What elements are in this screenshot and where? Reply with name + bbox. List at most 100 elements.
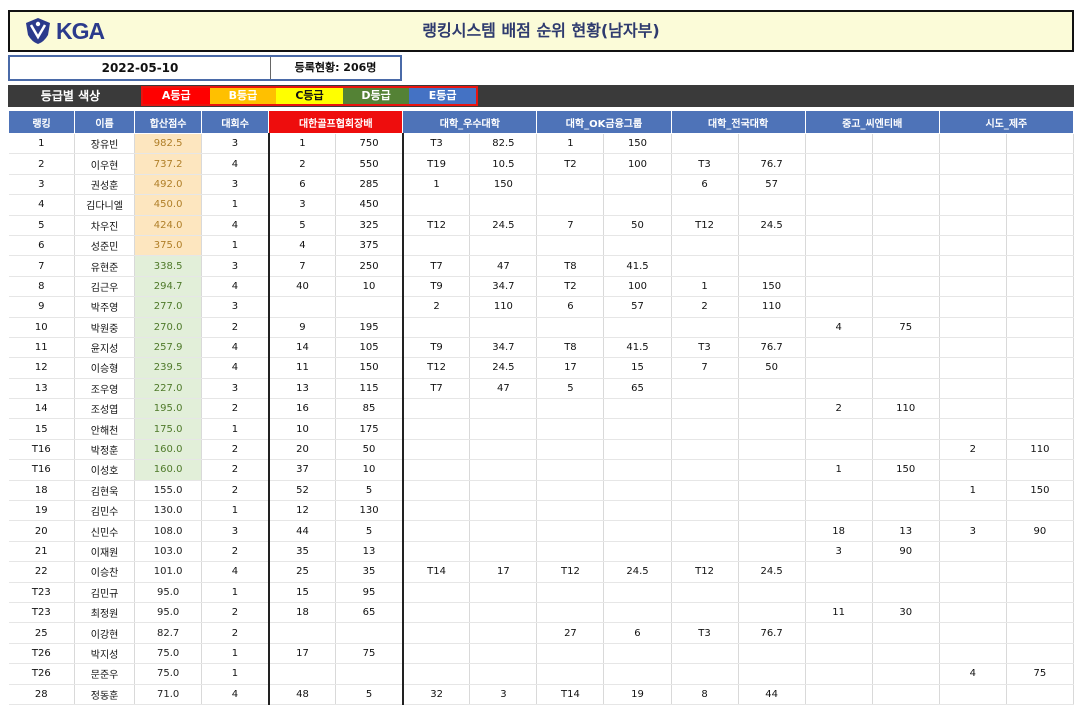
placement-cell xyxy=(402,439,471,461)
points-cell: 5 xyxy=(335,480,404,502)
header-rank[interactable]: 랭킹 xyxy=(7,110,76,134)
header-name[interactable]: 이름 xyxy=(74,110,136,134)
table-row[interactable]: 1 장유빈 982.5 3 1 750 T3 82.5 1 150 xyxy=(8,133,1075,155)
total-score-cell: 294.7 xyxy=(134,276,203,298)
placement-cell: 8 xyxy=(671,684,739,705)
table-row[interactable]: 28 정동훈 71.0 4 48 5 32 3 T14 19 8 44 xyxy=(8,684,1075,705)
placement-cell: 7 xyxy=(671,357,739,379)
points-cell: 82.5 xyxy=(469,133,538,155)
points-cell xyxy=(1006,459,1075,481)
table-row[interactable]: 7 유현준 338.5 3 7 250 T7 47 T8 41.5 xyxy=(8,255,1075,277)
table-row[interactable]: 20 신민수 108.0 3 44 5 18 13 3 90 xyxy=(8,520,1075,542)
placement-cell xyxy=(671,602,739,624)
placement-cell: 7 xyxy=(536,215,605,236)
table-row[interactable]: 15 안해천 175.0 1 10 175 xyxy=(8,418,1075,440)
points-cell: 150 xyxy=(1006,480,1075,502)
points-cell: 150 xyxy=(603,133,672,155)
registration-count: 등록현황: 206명 xyxy=(294,61,377,74)
table-row[interactable]: 14 조성엽 195.0 2 16 85 2 110 xyxy=(8,398,1075,420)
placement-cell: 10 xyxy=(268,418,337,440)
points-cell xyxy=(1006,255,1075,277)
table-row[interactable]: T16 박정훈 160.0 2 20 50 2 110 xyxy=(8,439,1075,461)
placement-cell xyxy=(402,398,471,420)
event-count-cell: 3 xyxy=(201,378,270,400)
points-cell xyxy=(1006,194,1075,216)
points-cell: 50 xyxy=(738,357,806,379)
table-row[interactable]: T23 김민규 95.0 1 15 95 xyxy=(8,582,1075,603)
placement-cell xyxy=(402,194,471,216)
table-row[interactable]: 8 김근우 294.7 4 40 10 T9 34.7 T2 100 1 150 xyxy=(8,276,1075,298)
total-score-cell: 375.0 xyxy=(134,235,203,257)
table-body: 1 장유빈 982.5 3 1 750 T3 82.5 1 150 2 이우현 737.2 4 2 550 T1… xyxy=(8,133,1075,705)
table-row[interactable]: T23 최정원 95.0 2 18 65 11 30 xyxy=(8,602,1075,624)
placement-cell: T12 xyxy=(402,215,471,236)
table-row[interactable]: 12 이승형 239.5 4 11 150 T12 24.5 17 15 7 50 xyxy=(8,357,1075,379)
table-row[interactable]: 10 박원중 270.0 2 9 195 4 75 xyxy=(8,317,1075,338)
placement-cell xyxy=(671,255,739,277)
table-row[interactable]: 21 이재원 103.0 2 35 13 3 90 xyxy=(8,541,1075,563)
table-row[interactable]: 18 김현욱 155.0 2 52 5 1 150 xyxy=(8,480,1075,502)
points-cell xyxy=(469,194,538,216)
placement-cell: 17 xyxy=(268,643,337,665)
header-group-univ-national[interactable]: 대학_전국대학 xyxy=(670,110,806,134)
points-cell xyxy=(738,133,806,155)
placement-cell xyxy=(939,255,1007,277)
name-cell: 박주영 xyxy=(74,296,136,318)
placement-cell: 27 xyxy=(536,622,605,644)
header-group-kga[interactable]: 대한골프협회장배 xyxy=(268,110,404,134)
placement-cell: T14 xyxy=(402,561,471,583)
table-row[interactable]: 4 김다니엘 450.0 1 3 450 xyxy=(8,194,1075,216)
placement-cell xyxy=(402,500,471,522)
placement-cell: 16 xyxy=(268,398,337,420)
points-cell xyxy=(1006,296,1075,318)
name-cell: 이승형 xyxy=(74,357,136,379)
header-total[interactable]: 합산점수 xyxy=(134,110,203,134)
points-cell xyxy=(469,317,538,338)
placement-cell xyxy=(805,276,873,298)
points-cell xyxy=(872,622,940,644)
placement-cell: 1 xyxy=(805,459,873,481)
table-row[interactable]: T26 문준우 75.0 1 4 75 xyxy=(8,663,1075,685)
table-row[interactable]: 3 권성훈 492.0 3 6 285 1 150 6 57 xyxy=(8,174,1075,196)
points-cell: 5 xyxy=(335,520,404,542)
event-count-cell: 2 xyxy=(201,398,270,420)
points-cell xyxy=(469,459,538,481)
total-score-cell: 492.0 xyxy=(134,174,203,196)
rank-cell: T16 xyxy=(8,439,76,461)
points-cell xyxy=(469,582,538,603)
header-group-cnt[interactable]: 중고_씨엔티배 xyxy=(804,110,940,134)
points-cell xyxy=(469,643,538,665)
table-row[interactable]: 25 이강현 82.7 2 27 6 T3 76.7 xyxy=(8,622,1075,644)
points-cell xyxy=(738,194,806,216)
points-cell xyxy=(738,541,806,563)
header-group-jeju[interactable]: 시도_제주 xyxy=(938,110,1075,134)
placement-cell xyxy=(268,622,337,644)
table-row[interactable]: T16 이성호 160.0 2 37 10 1 150 xyxy=(8,459,1075,481)
header-group-univ-excellent[interactable]: 대학_우수대학 xyxy=(402,110,538,134)
placement-cell xyxy=(268,663,337,685)
points-cell: 41.5 xyxy=(603,255,672,277)
points-cell xyxy=(603,602,672,624)
name-cell: 문준우 xyxy=(74,663,136,685)
legend-label: 등급별 색상 xyxy=(40,89,101,103)
table-row[interactable]: 2 이우현 737.2 4 2 550 T19 10.5 T2 100 T3 76.7 xyxy=(8,153,1075,175)
header-group-univ-ok[interactable]: 대학_OK금융그룹 xyxy=(536,110,672,134)
table-row[interactable]: 11 윤지성 257.9 4 14 105 T9 34.7 T8 41.5 T3 76.7 xyxy=(8,337,1075,359)
table-row[interactable]: 5 차우진 424.0 4 5 325 T12 24.5 7 50 T12 24.5 xyxy=(8,215,1075,236)
points-cell xyxy=(1006,276,1075,298)
table-row[interactable]: 6 성준민 375.0 1 4 375 xyxy=(8,235,1075,257)
table-row[interactable]: 9 박주영 277.0 3 2 110 6 57 2 110 xyxy=(8,296,1075,318)
total-score-cell: 424.0 xyxy=(134,215,203,236)
placement-cell: 4 xyxy=(939,663,1007,685)
event-count-cell: 4 xyxy=(201,357,270,379)
table-row[interactable]: 19 김민수 130.0 1 12 130 xyxy=(8,500,1075,522)
placement-cell xyxy=(939,418,1007,440)
name-cell: 박원중 xyxy=(74,317,136,338)
header-events[interactable]: 대회수 xyxy=(201,110,270,134)
table-row[interactable]: 13 조우영 227.0 3 13 115 T7 47 5 65 xyxy=(8,378,1075,400)
points-cell: 550 xyxy=(335,153,404,175)
points-cell: 24.5 xyxy=(469,215,538,236)
table-row[interactable]: T26 박지성 75.0 1 17 75 xyxy=(8,643,1075,665)
points-cell xyxy=(469,439,538,461)
table-row[interactable]: 22 이승찬 101.0 4 25 35 T14 17 T12 24.5 T12 24.5 xyxy=(8,561,1075,583)
